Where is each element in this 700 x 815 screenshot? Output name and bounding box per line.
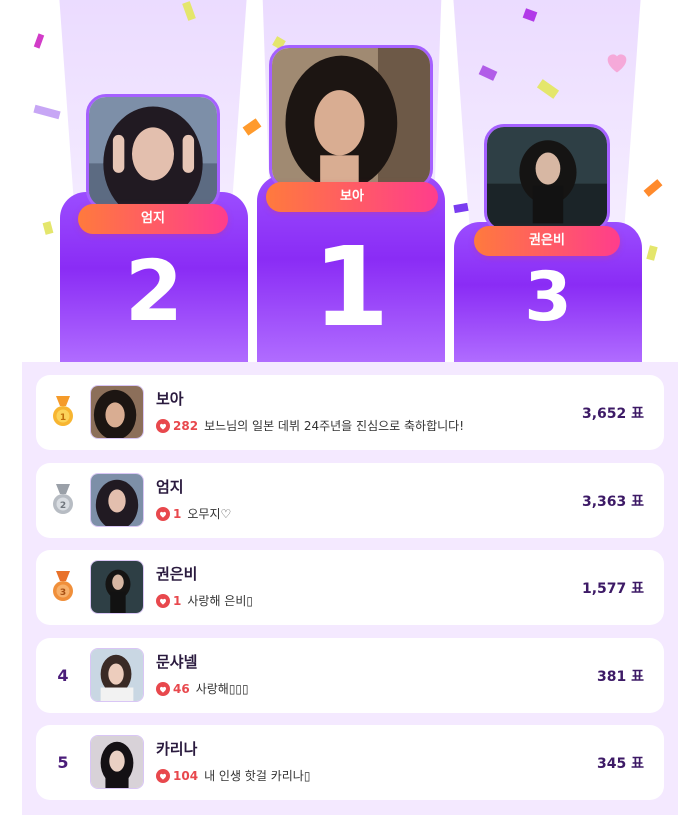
heart-icon (156, 593, 170, 608)
confetti (646, 245, 658, 261)
ranking-page: 2 엄지 1 보아 3 권은비 1 보아 282 보느님의 일본 데뷔 24주년… (0, 0, 700, 815)
vote-count: 3,363 표 (581, 494, 644, 510)
vote-count: 3,652 표 (581, 406, 644, 422)
message-text: 사랑해 은비▯ (187, 594, 253, 608)
podium-rank-number: 3 (524, 258, 572, 337)
avatar (90, 560, 144, 614)
artist-name: 카리나 (156, 740, 198, 758)
heart-icon (156, 506, 170, 521)
artist-name: 엄지 (156, 478, 184, 496)
list-item[interactable]: 1 보아 282 보느님의 일본 데뷔 24주년을 진심으로 축하합니다! 3,… (36, 375, 664, 450)
latest-message: 104 내 인생 핫걸 카리나▯ (156, 767, 310, 784)
latest-message: 1 사랑해 은비▯ (156, 592, 253, 609)
artist-name: 권은비 (156, 565, 198, 583)
heart-icon (156, 768, 170, 783)
podium-photo-first[interactable] (269, 45, 433, 189)
rank-number: 4 (50, 658, 76, 692)
silver-medal-icon: 2 (50, 483, 76, 517)
avatar (90, 735, 144, 789)
list-item[interactable]: 5 카리나 104 내 인생 핫걸 카리나▯ 345 표 (36, 725, 664, 800)
podium-photo-second[interactable] (86, 94, 220, 210)
svg-text:3: 3 (60, 588, 66, 598)
like-count: 46 (173, 681, 190, 696)
message-text: 보느님의 일본 데뷔 24주년을 진심으로 축하합니다! (204, 419, 465, 433)
latest-message: 282 보느님의 일본 데뷔 24주년을 진심으로 축하합니다! (156, 417, 464, 434)
list-item[interactable]: 4 문샤넬 46 사랑해▯▯▯ 381 표 (36, 638, 664, 713)
confetti (33, 33, 45, 49)
svg-text:1: 1 (60, 413, 66, 423)
avatar (90, 473, 144, 527)
rank-number: 5 (50, 745, 76, 779)
confetti (242, 118, 262, 136)
podium-rank-number: 1 (312, 223, 390, 351)
podium-section: 2 엄지 1 보아 3 권은비 (22, 0, 678, 362)
message-text: 사랑해▯▯▯ (195, 682, 249, 696)
gold-medal-icon: 1 (50, 395, 76, 429)
like-count: 282 (173, 418, 199, 433)
podium-name-third: 권은비 (474, 226, 620, 256)
podium-rank-number: 2 (124, 242, 184, 340)
svg-text:2: 2 (60, 501, 66, 511)
ranking-list: 1 보아 282 보느님의 일본 데뷔 24주년을 진심으로 축하합니다! 3,… (22, 362, 678, 815)
heart-icon (156, 681, 170, 696)
artist-name: 문샤넬 (156, 653, 198, 671)
heart-icon (607, 54, 627, 73)
confetti (33, 104, 61, 120)
latest-message: 46 사랑해▯▯▯ (156, 680, 249, 697)
rank-label: 5 (57, 752, 69, 772)
vote-count: 1,577 표 (581, 581, 644, 597)
podium-name-second: 엄지 (78, 204, 228, 234)
heart-icon (156, 418, 170, 433)
confetti (453, 202, 469, 214)
podium-name-first: 보아 (266, 182, 438, 212)
list-item[interactable]: 2 엄지 1 오무지♡ 3,363 표 (36, 463, 664, 538)
confetti (42, 221, 54, 235)
rank-label: 4 (57, 665, 69, 685)
latest-message: 1 오무지♡ (156, 505, 231, 522)
podium-photo-third[interactable] (484, 124, 610, 232)
bronze-medal-icon: 3 (50, 570, 76, 604)
artist-name: 보아 (156, 390, 184, 408)
message-text: 오무지♡ (187, 507, 232, 521)
vote-count: 381 표 (597, 669, 644, 685)
avatar (90, 385, 144, 439)
like-count: 104 (173, 768, 199, 783)
vote-count: 345 표 (597, 756, 644, 772)
like-count: 1 (173, 506, 182, 521)
list-item[interactable]: 3 권은비 1 사랑해 은비▯ 1,577 표 (36, 550, 664, 625)
avatar (90, 648, 144, 702)
like-count: 1 (173, 593, 182, 608)
confetti (643, 179, 663, 197)
message-text: 내 인생 핫걸 카리나▯ (204, 769, 311, 783)
